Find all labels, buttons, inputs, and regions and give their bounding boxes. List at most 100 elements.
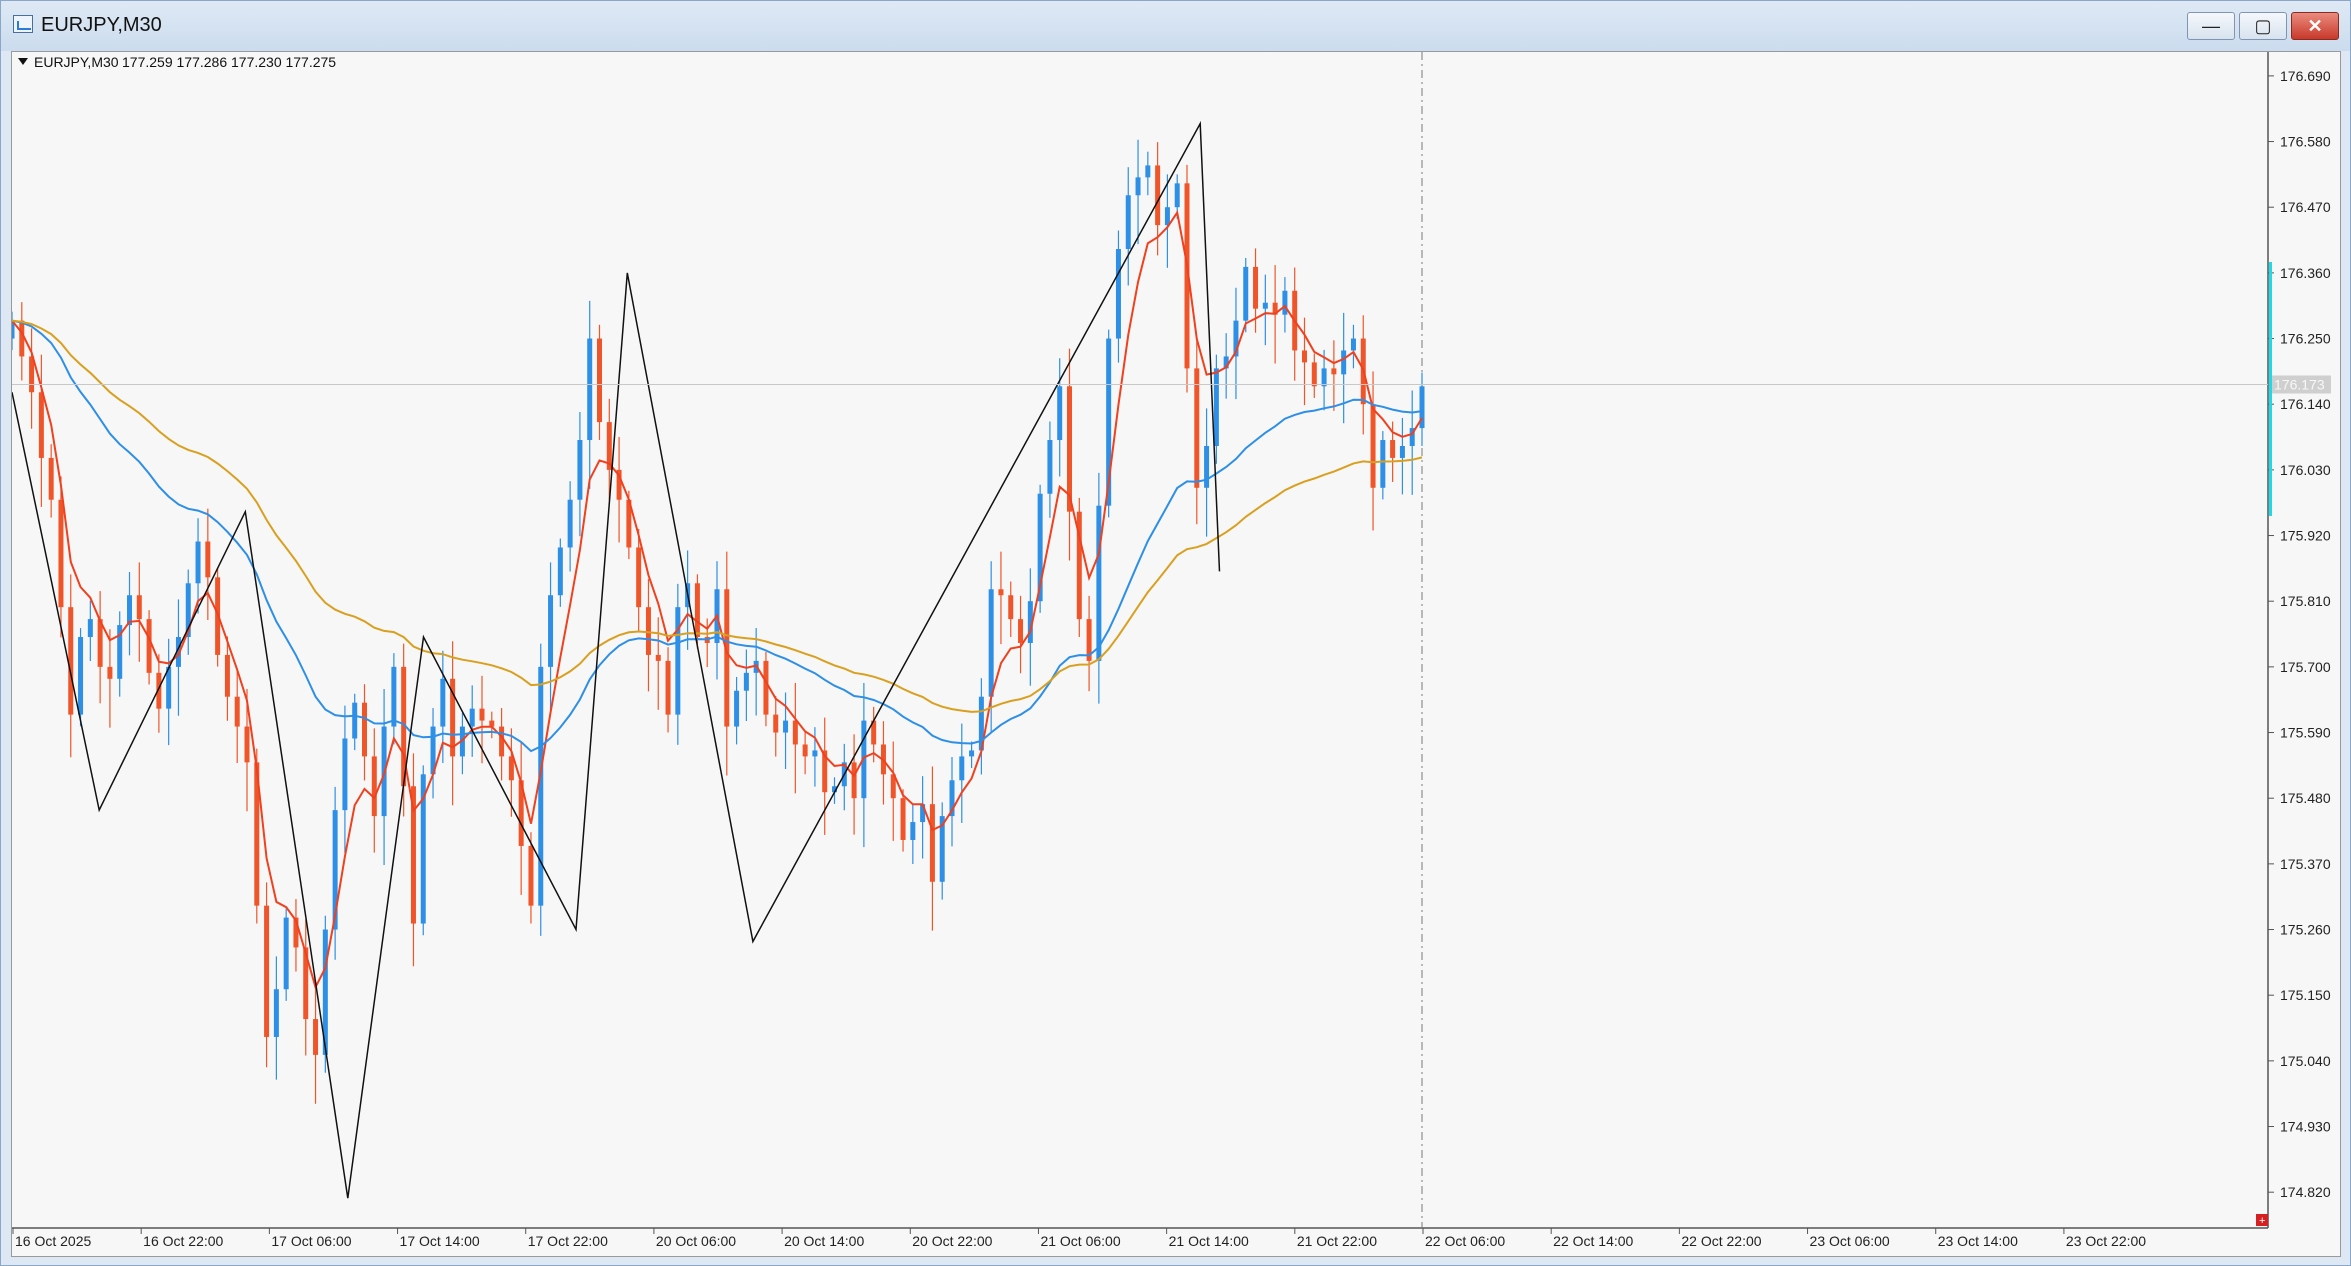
- time-tick-label: 22 Oct 14:00: [1553, 1233, 1633, 1249]
- candle-body-up: [342, 738, 348, 811]
- time-tick-label: 23 Oct 14:00: [1938, 1233, 2018, 1249]
- candle-body-up: [910, 822, 916, 840]
- candle-body-down: [1390, 440, 1396, 458]
- candle-body-up: [352, 702, 358, 739]
- price-tick-label: 176.690: [2280, 68, 2331, 84]
- header-ohlc: 177.259 177.286 177.230 177.275: [122, 54, 336, 70]
- candle-body-up: [959, 756, 965, 781]
- price-tick-label: 175.590: [2280, 725, 2331, 741]
- window-title: EURJPY,M30: [41, 14, 162, 36]
- candle-body-up: [1262, 302, 1268, 309]
- time-tick-label: 21 Oct 06:00: [1040, 1233, 1120, 1249]
- candle-body-down: [499, 726, 505, 757]
- candle-body-up: [1135, 177, 1141, 196]
- candle-body-up: [1213, 368, 1219, 446]
- time-axis-labels: 16 Oct 2025 16 Oct 22:00 17 Oct 06:00 17 Oc…: [12, 1228, 2146, 1249]
- time-tick-label: 21 Oct 22:00: [1297, 1233, 1377, 1249]
- close-button[interactable]: ✕: [2291, 12, 2339, 40]
- price-tick-label: 175.150: [2280, 987, 2331, 1003]
- restore-button[interactable]: ▢: [2239, 12, 2287, 40]
- candle-body-up: [87, 619, 93, 638]
- time-tick-label: 23 Oct 22:00: [2066, 1233, 2146, 1249]
- candle-body-up: [440, 678, 446, 727]
- candle-body-down: [1155, 165, 1161, 226]
- time-tick-label: 22 Oct 22:00: [1681, 1233, 1761, 1249]
- time-tick-label: 16 Oct 2025: [15, 1233, 91, 1249]
- chart-window-icon: [13, 15, 33, 33]
- candle-body-down: [58, 499, 64, 608]
- candle-body-down: [48, 457, 54, 500]
- chart-canvas[interactable]: EURJPY,M30 177.259 177.286 177.230 177.2…: [9, 52, 2340, 1256]
- candle-body-up: [969, 750, 975, 757]
- candle-body-up: [469, 708, 475, 727]
- candle-body-down: [244, 726, 250, 763]
- price-tick-label: 175.040: [2280, 1053, 2331, 1069]
- price-chart[interactable]: EURJPY,M30 177.259 177.286 177.230 177.2…: [9, 51, 2341, 1257]
- candle-body-up: [391, 666, 397, 727]
- candle-body-up: [1057, 386, 1063, 441]
- candle-body-up: [548, 595, 554, 667]
- candle-body-down: [1311, 362, 1317, 387]
- candle-body-down: [234, 696, 240, 727]
- candle-body-up: [1047, 440, 1053, 494]
- candle-body-up: [783, 720, 789, 733]
- candle-body-up: [1096, 505, 1102, 661]
- price-tick-label: 175.480: [2280, 790, 2331, 806]
- candle-body-down: [655, 654, 661, 661]
- candle-body-up: [283, 917, 289, 990]
- time-tick-label: 20 Oct 06:00: [656, 1233, 736, 1249]
- candle-body-down: [792, 720, 798, 745]
- candle-body-down: [900, 798, 906, 840]
- time-tick-label: 21 Oct 14:00: [1169, 1233, 1249, 1249]
- candle-body-down: [371, 756, 377, 817]
- current-price-label: 176.173: [2274, 377, 2325, 393]
- candle-body-up: [1174, 183, 1180, 208]
- candle-body-up: [1321, 368, 1327, 387]
- candle-body-down: [68, 607, 74, 715]
- candle-body-up: [1350, 338, 1356, 351]
- candle-body-down: [802, 744, 808, 757]
- candle-body-down: [264, 905, 270, 1037]
- candle-body-down: [136, 595, 142, 620]
- candle-body-down: [636, 547, 642, 608]
- candle-body-up: [78, 637, 84, 715]
- candle-body-down: [479, 708, 485, 721]
- candle-body-down: [224, 654, 230, 697]
- candle-body-up: [734, 690, 740, 727]
- candle-body-down: [1008, 595, 1014, 620]
- candle-body-down: [1194, 368, 1200, 488]
- candle-body-down: [205, 541, 211, 578]
- price-tick-label: 176.250: [2280, 331, 2331, 347]
- plot-area: [12, 52, 2268, 1228]
- candle-body-up: [1341, 350, 1347, 375]
- candle-body-up: [567, 499, 573, 548]
- candle-body-up: [1115, 248, 1121, 339]
- candle-body-up: [587, 338, 593, 441]
- expand-plus-glyph: +: [2259, 1215, 2265, 1227]
- candle-body-down: [489, 720, 495, 727]
- candle-body-down: [1302, 350, 1307, 363]
- candle-body-down: [528, 845, 534, 906]
- price-tick-label: 175.810: [2280, 593, 2331, 609]
- candle-body-down: [694, 583, 700, 638]
- time-tick-label: 22 Oct 06:00: [1425, 1233, 1505, 1249]
- title-bar[interactable]: EURJPY,M30 — ▢ ✕: [1, 1, 2350, 51]
- time-tick-label: 16 Oct 22:00: [143, 1233, 223, 1249]
- minimize-button[interactable]: —: [2187, 12, 2235, 40]
- candle-body-down: [597, 338, 602, 423]
- candle-body-down: [998, 589, 1004, 596]
- candle-body-down: [763, 660, 769, 715]
- candle-body-up: [675, 607, 681, 715]
- time-tick-label: 17 Oct 14:00: [400, 1233, 480, 1249]
- price-tick-label: 175.370: [2280, 856, 2331, 872]
- candle-body-up: [127, 595, 132, 626]
- candle-body-up: [195, 541, 201, 584]
- candle-body-up: [273, 989, 279, 1037]
- candle-body-down: [645, 607, 651, 655]
- candle-body-up: [743, 672, 749, 691]
- candle-body-up: [577, 440, 583, 500]
- active-range-marker: [2269, 262, 2272, 516]
- candle-body-down: [313, 1019, 319, 1055]
- candle-body-up: [1380, 440, 1386, 488]
- price-tick-label: 176.030: [2280, 462, 2331, 478]
